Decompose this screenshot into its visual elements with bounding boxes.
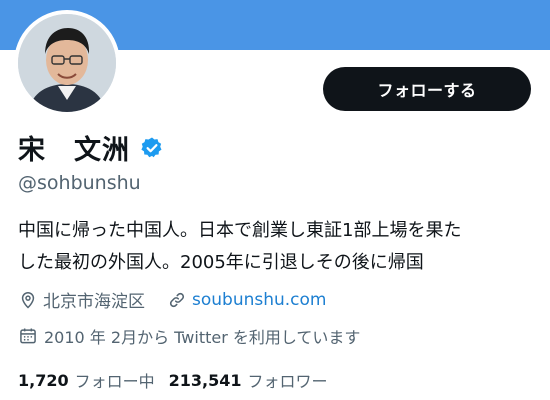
link-icon: [169, 292, 185, 307]
followers-stat[interactable]: 213,541 フォロワー: [169, 368, 328, 392]
meta-row: 北京市海淀区 soubunshu.com: [18, 287, 349, 312]
handle: @sohbunshu: [18, 172, 141, 194]
follow-button[interactable]: フォローする: [323, 67, 531, 111]
calendar-icon: [20, 328, 36, 344]
display-name: 宋 文洲: [18, 135, 130, 166]
avatar[interactable]: [14, 10, 120, 116]
verified-badge-icon[interactable]: [140, 136, 164, 160]
joined-text: 2010 年 2月から Twitter を利用しています: [44, 328, 361, 347]
location-text: 北京市海淀区: [43, 292, 145, 312]
name-row: 宋 文洲: [18, 128, 164, 167]
bio-line: 中国に帰った中国人。日本で創業し東証1部上場を果た: [18, 220, 462, 241]
website-item[interactable]: soubunshu.com: [167, 290, 327, 310]
location-pin-icon: [21, 291, 35, 309]
following-label: フォロー中: [74, 372, 155, 391]
joined-row: 2010 年 2月から Twitter を利用しています: [18, 324, 360, 348]
bio: 中国に帰った中国人。日本で創業し東証1部上場を果た した最初の外国人。2005年…: [18, 215, 538, 279]
following-stat[interactable]: 1,720 フォロー中: [18, 368, 155, 392]
stats-row: 1,720 フォロー中 213,541 フォロワー: [18, 368, 342, 392]
website-link[interactable]: soubunshu.com: [192, 290, 327, 310]
location-item: 北京市海淀区: [18, 287, 145, 312]
followers-count: 213,541: [168, 370, 242, 390]
bio-line: した最初の外国人。2005年に引退しその後に帰国: [18, 252, 424, 273]
following-count: 1,720: [18, 370, 69, 390]
followers-label: フォロワー: [247, 372, 328, 391]
avatar-image: [18, 14, 116, 112]
